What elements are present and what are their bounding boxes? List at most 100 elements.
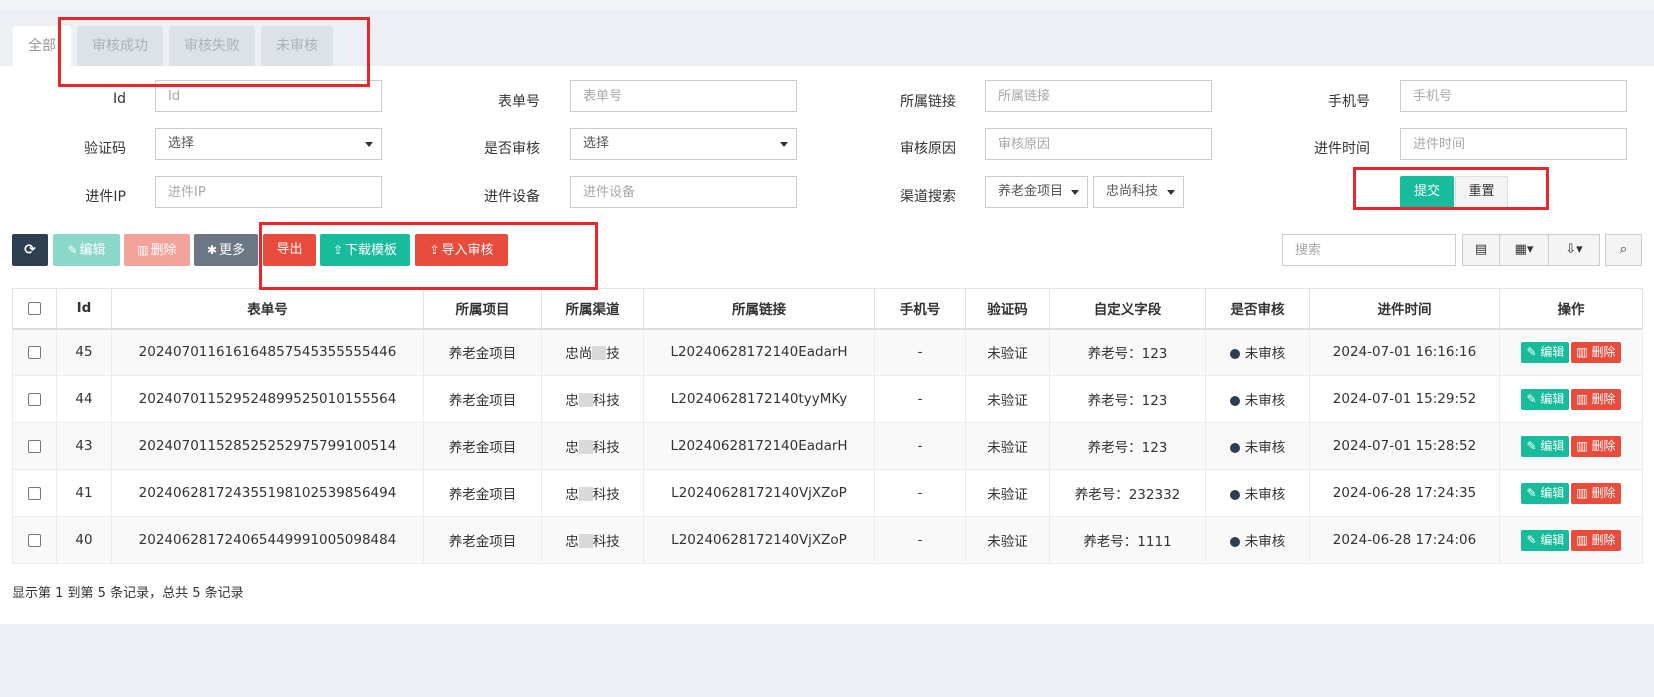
search-input[interactable] [1282, 234, 1456, 266]
row-edit-button[interactable]: ✎ 编辑 [1521, 529, 1570, 551]
chevron-down-icon [780, 142, 788, 147]
form-no-input[interactable] [570, 80, 797, 112]
column-header[interactable]: 自定义字段 [1049, 288, 1206, 330]
captcha-status-cell: 未验证 [965, 375, 1050, 423]
row-delete-button[interactable]: ▥ 删除 [1571, 388, 1621, 410]
column-header[interactable]: Id [56, 288, 112, 330]
channel-project-select[interactable]: 养老金项目 [985, 176, 1088, 208]
row-edit-button[interactable]: ✎ 编辑 [1521, 341, 1570, 363]
upload-icon: ⇪ [429, 243, 440, 257]
import-audit-button[interactable]: ⇪ 导入审核 [415, 234, 508, 266]
audit-status-cell: 未审核 [1205, 422, 1310, 470]
row-checkbox[interactable] [28, 392, 41, 406]
column-header[interactable]: 是否审核 [1205, 288, 1310, 330]
time-cell: 2024-06-28 17:24:06 [1309, 516, 1500, 564]
channel-text: 科技 [592, 534, 620, 550]
export-button[interactable]: 导出 [263, 234, 316, 266]
time-input[interactable] [1400, 128, 1627, 160]
chevron-down-icon [1167, 190, 1175, 195]
channel-cell: 忠科技 [541, 469, 644, 517]
select-all-cell[interactable] [12, 288, 57, 330]
channel-company-select[interactable]: 忠尚科技 [1093, 176, 1184, 208]
id-input[interactable] [155, 80, 382, 112]
link-cell: L20240628172140EadarH [643, 422, 875, 470]
actions-cell: ✎ 编辑 ▥ 删除 [1499, 422, 1643, 470]
submit-button[interactable]: 提交 [1400, 176, 1454, 208]
edit-button[interactable]: ✎ 编辑 [53, 234, 120, 266]
column-header[interactable]: 所属链接 [643, 288, 875, 330]
column-header: 操作 [1499, 288, 1643, 330]
row-edit-button[interactable]: ✎ 编辑 [1521, 482, 1570, 504]
search-button[interactable]: ⌕ [1605, 234, 1642, 266]
row-select-cell[interactable] [12, 328, 57, 376]
column-header[interactable]: 所属渠道 [541, 288, 644, 330]
toggle-view-button[interactable]: ▤ [1462, 234, 1500, 266]
more-button[interactable]: ✱ 更多 [194, 234, 258, 266]
reset-button[interactable]: 重置 [1455, 176, 1508, 208]
column-header[interactable]: 所属项目 [423, 288, 542, 330]
channel-text: 科技 [592, 440, 620, 456]
tab-pending[interactable]: 未审核 [261, 26, 333, 66]
phone-input[interactable] [1400, 80, 1627, 112]
channel-text: 技 [606, 346, 620, 363]
captcha-label: 验证码 [84, 141, 126, 157]
row-delete-button[interactable]: ▥ 删除 [1571, 482, 1621, 504]
delete-button[interactable]: ▥ 删除 [124, 234, 190, 266]
row-delete-button[interactable]: ▥ 删除 [1571, 435, 1621, 457]
row-select-cell[interactable] [12, 422, 57, 470]
tab-all[interactable]: 全部 [13, 26, 71, 66]
row-delete-label: 删除 [1591, 532, 1616, 547]
row-checkbox[interactable] [28, 486, 41, 500]
select-all-checkbox[interactable] [28, 301, 41, 315]
audited-select[interactable]: 选择 [570, 128, 797, 160]
reason-input[interactable] [985, 128, 1212, 160]
column-header[interactable]: 验证码 [965, 288, 1050, 330]
import-audit-label: 导入审核 [441, 243, 494, 258]
column-header[interactable]: 表单号 [111, 288, 424, 330]
row-select-cell[interactable] [12, 516, 57, 564]
row-delete-button[interactable]: ▥ 删除 [1571, 529, 1621, 551]
captcha-status-cell: 未验证 [965, 328, 1050, 376]
delete-label: 删除 [150, 243, 177, 258]
tab-rejected[interactable]: 审核失败 [169, 26, 255, 66]
row-checkbox[interactable] [28, 439, 41, 453]
column-header[interactable]: 手机号 [874, 288, 966, 330]
phone-label: 手机号 [1328, 94, 1370, 110]
refresh-button[interactable]: ⟳ [12, 234, 48, 266]
custom-field-cell: 养老号：123 [1049, 422, 1206, 470]
captcha-select[interactable]: 选择 [155, 128, 382, 160]
redaction-mask [578, 487, 593, 501]
row-edit-button[interactable]: ✎ 编辑 [1521, 388, 1570, 410]
export-data-button[interactable]: ⇩▾ [1548, 234, 1600, 266]
grid-icon: ▦▾ [1514, 242, 1534, 257]
link-input[interactable] [985, 80, 1212, 112]
actions-cell: ✎ 编辑 ▥ 删除 [1499, 516, 1643, 564]
status-dot-icon [1229, 396, 1240, 406]
form-no-cell: 202407011528525252975799100514 [111, 422, 424, 470]
ip-input[interactable] [155, 176, 382, 208]
tab-approved[interactable]: 审核成功 [77, 26, 163, 66]
audit-status-text: 未审核 [1244, 487, 1286, 503]
row-delete-button[interactable]: ▥ 删除 [1571, 341, 1621, 363]
status-dot-icon [1229, 490, 1240, 500]
phone-cell: - [874, 469, 966, 517]
device-input[interactable] [570, 176, 797, 208]
project-cell: 养老金项目 [423, 469, 542, 517]
row-checkbox[interactable] [28, 345, 41, 359]
trash-icon: ▥ [1576, 344, 1592, 359]
channel-cell: 忠科技 [541, 422, 644, 470]
captcha-status-cell: 未验证 [965, 516, 1050, 564]
row-select-cell[interactable] [12, 375, 57, 423]
row-edit-button[interactable]: ✎ 编辑 [1521, 435, 1570, 457]
column-header[interactable]: 进件时间 [1309, 288, 1500, 330]
form-no-label: 表单号 [498, 94, 540, 110]
status-dot-icon [1229, 443, 1240, 453]
phone-cell: - [874, 422, 966, 470]
columns-button[interactable]: ▦▾ [1499, 234, 1549, 266]
download-template-button[interactable]: ⇪ 下载模板 [320, 234, 410, 266]
row-select-cell[interactable] [12, 469, 57, 517]
id-cell: 45 [56, 328, 112, 376]
records-table: Id 表单号 所属项目 所属渠道 所属链接 手机号 验证码 自定义字段 是否审核… [12, 288, 1643, 564]
row-checkbox[interactable] [28, 533, 41, 547]
form-no-cell: 202407011529524899525010155564 [111, 375, 424, 423]
